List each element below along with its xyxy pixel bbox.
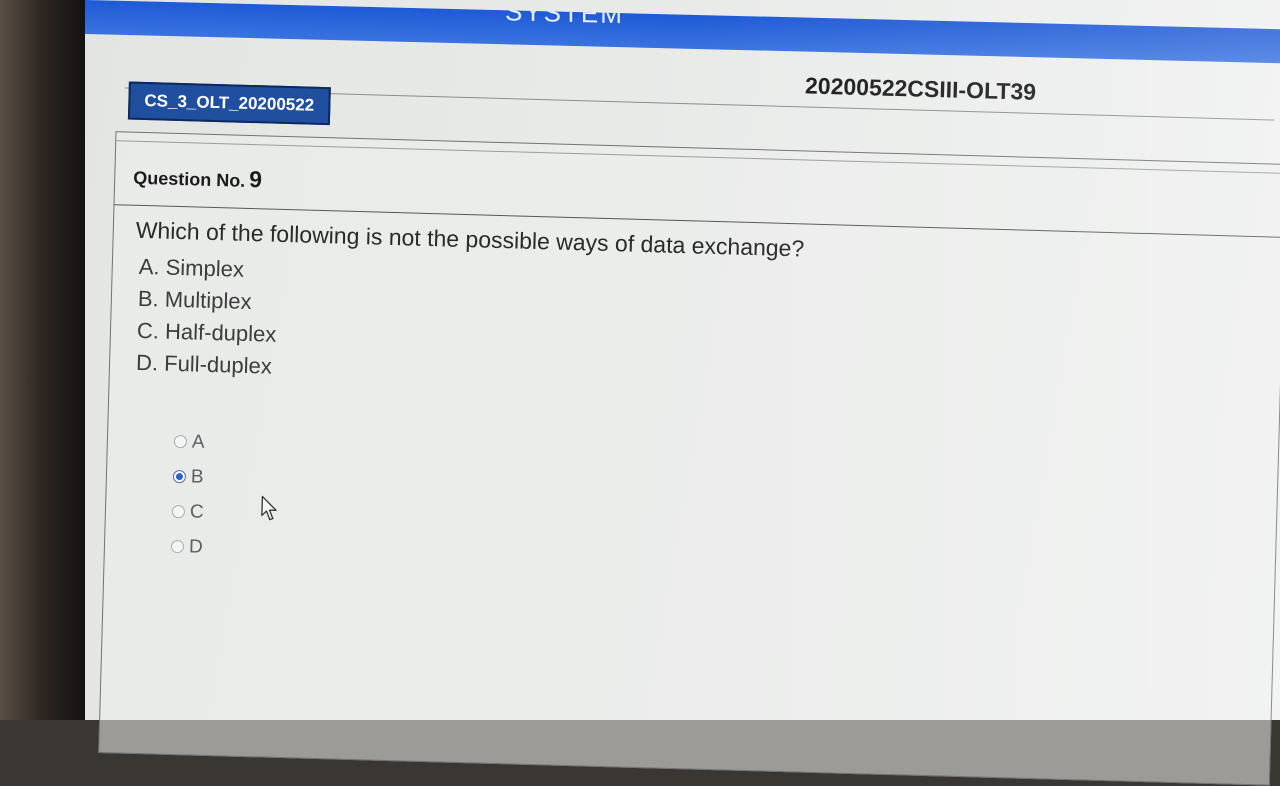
question-number-text: Question No. xyxy=(132,167,246,191)
browser-screen: SYSTEM 20200522CSIII-OLT39 CS_3_OLT_2020… xyxy=(85,0,1280,786)
answer-choice-d[interactable]: D xyxy=(170,529,203,565)
option-d-text: D. Full-duplex xyxy=(135,349,273,379)
options-list: A. Simplex B. Multiplex C. Half-duplex D… xyxy=(136,251,279,383)
radio-button-d[interactable] xyxy=(170,539,185,554)
answer-choice-c[interactable]: C xyxy=(171,494,204,530)
answer-label-b[interactable]: B xyxy=(191,466,204,488)
answer-radio-group: A B C D xyxy=(170,424,206,565)
radio-button-b[interactable] xyxy=(172,469,187,484)
answer-label-c[interactable]: C xyxy=(190,501,204,523)
question-number-label: Question No. 9 xyxy=(132,163,263,194)
question-number: 9 xyxy=(248,165,263,193)
answer-choice-a[interactable]: A xyxy=(173,424,206,460)
radio-button-a[interactable] xyxy=(173,434,188,449)
option-c-text: C. Half-duplex xyxy=(136,317,277,347)
question-panel: Question No. 9 Which of the following is … xyxy=(98,131,1280,786)
option-a-text: A. Simplex xyxy=(138,253,245,282)
answer-label-a[interactable]: A xyxy=(192,431,205,453)
section-tab[interactable]: CS_3_OLT_20200522 xyxy=(127,81,331,126)
option-b-text: B. Multiplex xyxy=(137,285,252,315)
answer-choice-b[interactable]: B xyxy=(172,459,205,495)
answer-label-d[interactable]: D xyxy=(189,536,203,558)
test-code: 20200522CSIII-OLT39 xyxy=(804,72,1037,105)
exam-content: 20200522CSIII-OLT39 CS_3_OLT_20200522 Qu… xyxy=(67,0,1280,786)
mouse-pointer-icon xyxy=(261,495,277,521)
radio-button-c[interactable] xyxy=(171,504,186,519)
